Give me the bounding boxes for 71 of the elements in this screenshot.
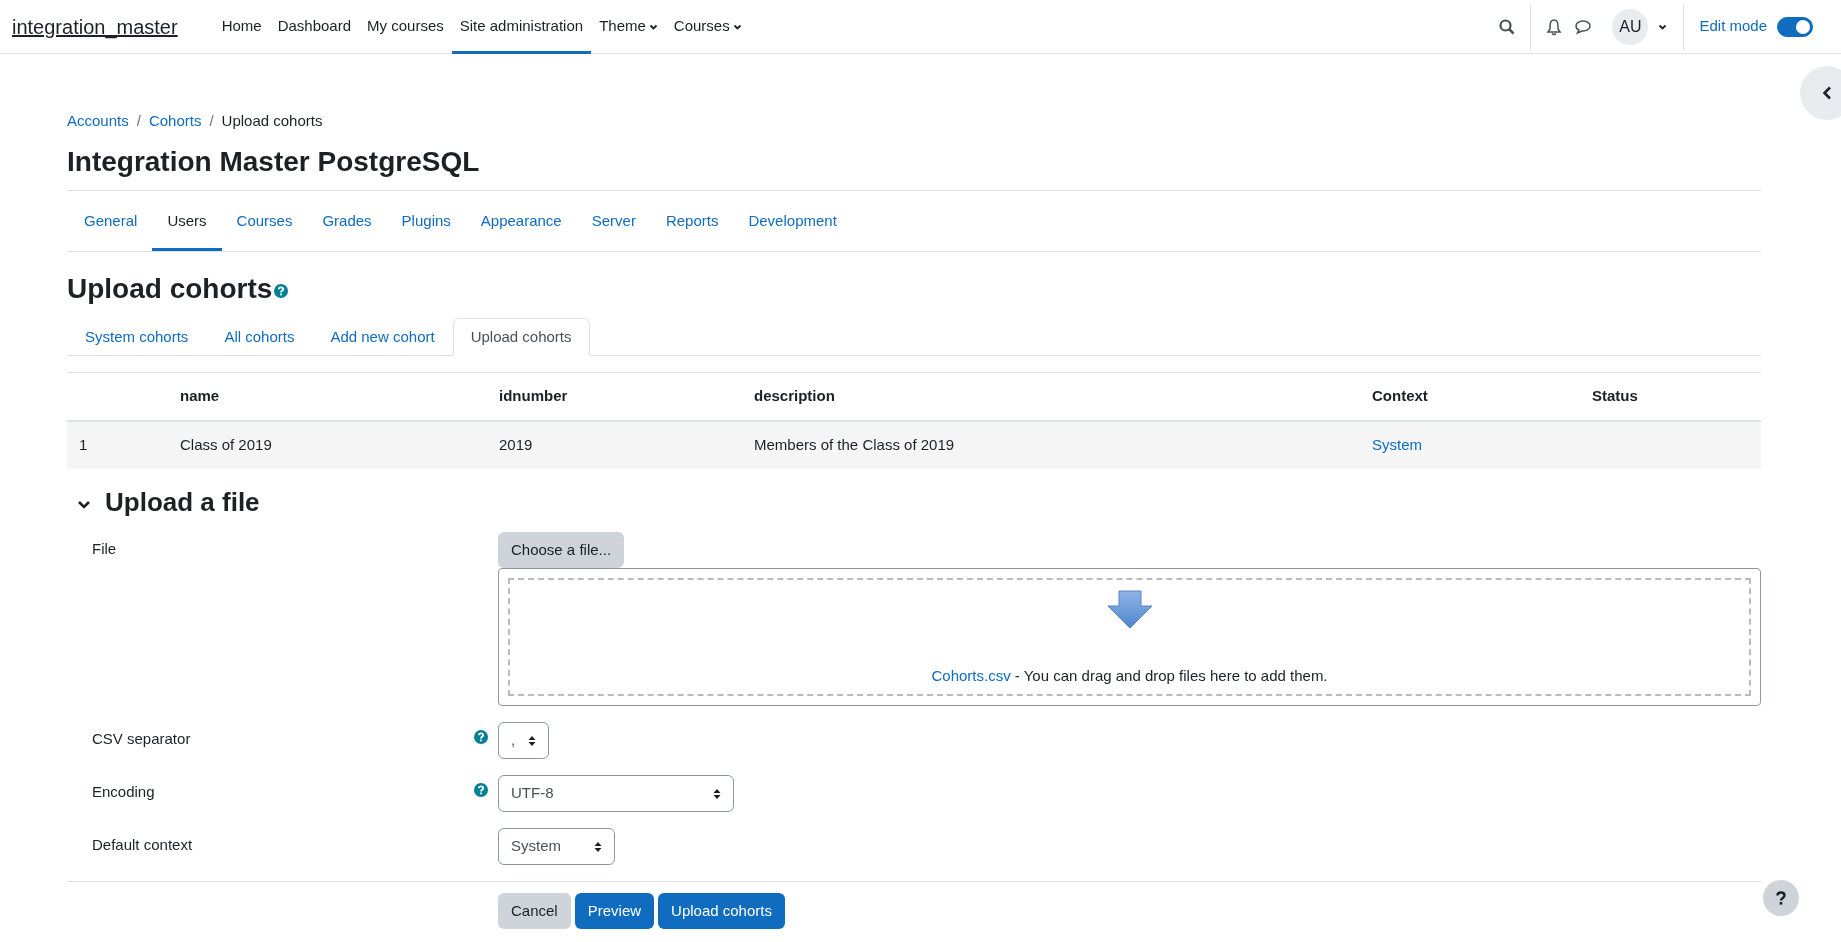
breadcrumb-item[interactable]: Cohorts	[148, 110, 202, 133]
help-icon[interactable]	[474, 730, 488, 745]
admin-tab[interactable]: General	[69, 191, 153, 252]
admin-tab[interactable]: Users	[152, 191, 222, 252]
question-mark-icon	[1776, 891, 1786, 905]
nav-link[interactable]: Theme	[591, 0, 666, 54]
file-link[interactable]: Cohorts.csv	[931, 666, 1011, 684]
admin-tab[interactable]: Courses	[221, 191, 308, 252]
site-title: Integration Master PostgreSQL	[67, 144, 481, 179]
select-field[interactable]: UTF-8	[498, 775, 734, 813]
sort-arrows-icon	[594, 840, 602, 853]
form-button[interactable]: Preview	[574, 893, 655, 930]
form-button[interactable]: Upload cohorts	[658, 893, 785, 930]
cohort-tab[interactable]: Upload cohorts	[452, 318, 590, 357]
breadcrumb-separator: /	[209, 111, 214, 131]
column-header: Context	[1360, 372, 1580, 421]
search-icon[interactable]	[1499, 18, 1516, 35]
admin-tab[interactable]: Grades	[307, 191, 387, 252]
file-drop-area[interactable]: Cohorts.csv - You can drag and drop files here to add them.	[498, 568, 1761, 707]
help-icon[interactable]	[474, 783, 488, 798]
column-header: name	[168, 372, 487, 421]
drawer-toggle-button[interactable]	[1800, 66, 1841, 120]
sort-arrows-icon	[713, 787, 721, 800]
context-link[interactable]: System	[1372, 435, 1422, 453]
admin-tab[interactable]: Appearance	[465, 191, 577, 252]
site-name[interactable]: integration_master	[12, 11, 178, 42]
breadcrumb-item[interactable]: Accounts	[67, 110, 129, 133]
breadcrumb-separator: /	[136, 111, 141, 131]
down-arrow-icon	[1106, 590, 1153, 631]
nav-link[interactable]: Site administration	[451, 0, 592, 54]
chevron-down-icon[interactable]	[77, 498, 91, 511]
nav-link[interactable]: Dashboard	[269, 0, 360, 54]
nav-link[interactable]: Courses	[665, 0, 750, 54]
field-label: Encoding	[92, 783, 155, 801]
column-header: Status	[1580, 372, 1761, 421]
edit-mode-toggle[interactable]	[1777, 16, 1813, 37]
bell-icon[interactable]	[1546, 17, 1563, 36]
field-label: File	[92, 539, 117, 557]
admin-tab[interactable]: Server	[576, 191, 651, 252]
page-heading: Upload cohorts	[67, 272, 273, 307]
table-cell: Members of the Class of 2019	[742, 420, 1360, 469]
admin-tab[interactable]: Reports	[650, 191, 734, 252]
chat-icon[interactable]	[1574, 18, 1593, 35]
field-label: CSV separator	[92, 730, 191, 748]
admin-tab[interactable]: Plugins	[386, 191, 466, 252]
choose-file-button[interactable]: Choose a file...	[498, 531, 625, 569]
sort-arrows-icon	[528, 734, 536, 747]
nav-link[interactable]: My courses	[359, 0, 452, 54]
select-field[interactable]: System	[498, 828, 615, 866]
table-cell: 2019	[487, 420, 742, 469]
edit-mode-label: Edit mode	[1699, 16, 1767, 37]
table-cell: 1	[67, 420, 168, 469]
form-button[interactable]: Cancel	[498, 893, 571, 930]
cohort-tab[interactable]: Add new cohort	[312, 318, 453, 357]
breadcrumb-item: Upload cohorts	[221, 111, 323, 131]
drop-hint-text: Cohorts.csv - You can drag and drop files here to add them.	[931, 665, 1328, 686]
column-header: idnumber	[487, 372, 742, 421]
cohort-tab[interactable]: System cohorts	[67, 318, 207, 357]
cohort-tab[interactable]: All cohorts	[206, 318, 313, 357]
help-icon[interactable]	[274, 284, 289, 299]
section-heading: Upload a file	[105, 485, 260, 519]
column-header: description	[742, 372, 1360, 421]
nav-link[interactable]: Home	[213, 0, 270, 54]
chevron-left-icon	[1822, 86, 1832, 100]
admin-tab[interactable]: Development	[733, 191, 852, 252]
select-field[interactable]: ,	[498, 722, 549, 760]
table-cell: Class of 2019	[168, 420, 487, 469]
field-label: Default context	[92, 836, 193, 854]
caret-icon[interactable]	[1658, 22, 1668, 31]
user-avatar[interactable]: AU	[1612, 8, 1649, 45]
help-button[interactable]	[1763, 880, 1799, 916]
